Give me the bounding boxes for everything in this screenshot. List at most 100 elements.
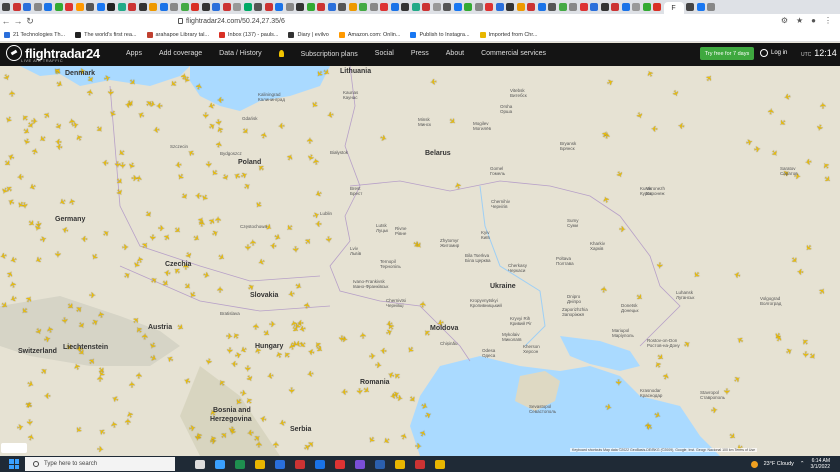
aircraft-icon[interactable]: ✈	[140, 333, 150, 340]
aircraft-icon[interactable]: ✈	[324, 236, 334, 244]
aircraft-icon[interactable]: ✈	[106, 89, 115, 96]
taskbar-app-icon[interactable]	[215, 459, 225, 469]
bookmark-star-icon[interactable]: ★	[796, 16, 803, 25]
taskbar-app-icon[interactable]	[195, 459, 205, 469]
browser-tab[interactable]	[707, 3, 715, 11]
bookmark-item[interactable]: arahapoe Library tal...	[146, 31, 209, 38]
aircraft-icon[interactable]: ✈	[278, 121, 285, 130]
browser-tab[interactable]	[516, 3, 525, 11]
bookmark-item[interactable]: Inbox (137) - pauls...	[219, 31, 278, 38]
browser-tab[interactable]	[170, 3, 178, 11]
aircraft-icon[interactable]: ✈	[375, 361, 383, 371]
aircraft-icon[interactable]: ✈	[103, 73, 112, 83]
browser-tab[interactable]	[359, 3, 367, 11]
browser-tab[interactable]	[653, 3, 661, 11]
browser-tab[interactable]	[23, 3, 31, 11]
url-field[interactable]: flightradar24.com/50.24,27.35/6	[178, 18, 285, 25]
windows-start-icon[interactable]	[9, 459, 19, 469]
browser-tab[interactable]	[621, 3, 630, 11]
taskbar-app-icon[interactable]	[395, 459, 405, 469]
browser-tab[interactable]	[474, 3, 483, 11]
aircraft-icon[interactable]: ✈	[315, 219, 322, 228]
browser-tab[interactable]	[642, 3, 651, 11]
aircraft-icon[interactable]: ✈	[251, 323, 261, 331]
aircraft-icon[interactable]: ✈	[613, 379, 622, 386]
aircraft-icon[interactable]: ✈	[16, 422, 24, 432]
browser-tab[interactable]	[306, 3, 315, 11]
aircraft-icon[interactable]: ✈	[306, 369, 314, 379]
browser-tab[interactable]	[254, 3, 262, 11]
aircraft-icon[interactable]: ✈	[25, 419, 35, 426]
browser-tab[interactable]	[296, 3, 304, 11]
browser-tab[interactable]	[453, 3, 462, 11]
aircraft-icon[interactable]: ✈	[86, 88, 96, 96]
aircraft-icon[interactable]: ✈	[226, 332, 233, 342]
aircraft-icon[interactable]: ✈	[214, 140, 224, 149]
clock[interactable]: 6:14 AM 3/1/2022	[811, 458, 830, 470]
taskbar-app-icon[interactable]	[295, 459, 305, 469]
browser-tab[interactable]	[380, 3, 388, 11]
aircraft-icon[interactable]: ✈	[287, 289, 295, 299]
browser-tab[interactable]	[464, 3, 472, 11]
aircraft-icon[interactable]: ✈	[89, 291, 96, 300]
bookmark-item[interactable]: Amazon.com: Onlin...	[338, 31, 400, 38]
taskbar-app-icon[interactable]	[315, 459, 325, 469]
aircraft-icon[interactable]: ✈	[96, 375, 105, 382]
taskbar-app-icon[interactable]	[375, 459, 385, 469]
aircraft-icon[interactable]: ✈	[243, 365, 252, 372]
free-trial-button[interactable]: Try free for 7 days	[700, 47, 754, 60]
aircraft-icon[interactable]: ✈	[429, 77, 437, 87]
browser-tab[interactable]	[285, 3, 294, 11]
extensions-icon[interactable]: ⚙	[781, 16, 788, 25]
taskbar-app-icon[interactable]	[415, 459, 425, 469]
browser-tab[interactable]	[348, 3, 357, 11]
taskbar-app-icon[interactable]	[275, 459, 285, 469]
taskbar-app-icon[interactable]	[355, 459, 365, 469]
aircraft-icon[interactable]: ✈	[337, 335, 346, 342]
back-icon[interactable]: ←	[0, 16, 12, 26]
aircraft-icon[interactable]: ✈	[419, 301, 429, 308]
aircraft-icon[interactable]: ✈	[59, 317, 69, 325]
aircraft-icon[interactable]: ✈	[796, 266, 803, 276]
nav-item[interactable]: Commercial services	[481, 50, 546, 58]
aircraft-icon[interactable]: ✈	[97, 445, 104, 455]
nav-item[interactable]: Data / History	[219, 50, 261, 58]
aircraft-icon[interactable]: ✈	[655, 261, 664, 268]
browser-tab[interactable]	[600, 3, 609, 11]
browser-tab[interactable]	[579, 3, 588, 11]
aircraft-icon[interactable]: ✈	[118, 162, 127, 169]
aircraft-icon[interactable]: ✈	[415, 441, 422, 450]
aircraft-icon[interactable]: ✈	[269, 320, 276, 329]
menu-icon[interactable]: ⋮	[824, 16, 832, 25]
browser-tab[interactable]	[117, 3, 126, 11]
nav-item[interactable]: Add coverage	[159, 50, 202, 58]
nav-item[interactable]: Subscription plans	[278, 50, 358, 58]
aircraft-icon[interactable]: ✈	[200, 112, 209, 119]
browser-tab[interactable]	[75, 3, 84, 11]
browser-tab[interactable]	[569, 3, 577, 11]
aircraft-icon[interactable]: ✈	[44, 391, 51, 400]
browser-tab[interactable]	[107, 3, 115, 11]
aircraft-icon[interactable]: ✈	[204, 161, 213, 168]
browser-tab[interactable]	[149, 3, 157, 11]
browser-tab[interactable]	[422, 3, 430, 11]
browser-tab[interactable]	[159, 3, 168, 11]
aircraft-icon[interactable]: ✈	[379, 346, 386, 355]
aircraft-icon[interactable]: ✈	[354, 387, 364, 395]
browser-tab[interactable]	[696, 3, 705, 11]
aircraft-icon[interactable]: ✈	[156, 101, 163, 110]
taskbar-app-icon[interactable]	[255, 459, 265, 469]
aircraft-icon[interactable]: ✈	[53, 251, 62, 258]
browser-tab[interactable]	[537, 3, 546, 11]
browser-tab[interactable]	[243, 3, 252, 11]
aircraft-icon[interactable]: ✈	[8, 90, 17, 97]
browser-tab[interactable]	[432, 3, 441, 11]
login-button[interactable]: Log in	[760, 49, 787, 57]
browser-tab[interactable]	[2, 3, 10, 11]
taskbar-app-icon[interactable]	[235, 459, 245, 469]
tray-chevron-icon[interactable]: ⌃	[800, 461, 805, 467]
nav-item[interactable]: Press	[411, 50, 429, 58]
aircraft-icon[interactable]: ✈	[101, 158, 109, 168]
aircraft-icon[interactable]: ✈	[55, 137, 62, 146]
aircraft-icon[interactable]: ✈	[269, 241, 276, 251]
